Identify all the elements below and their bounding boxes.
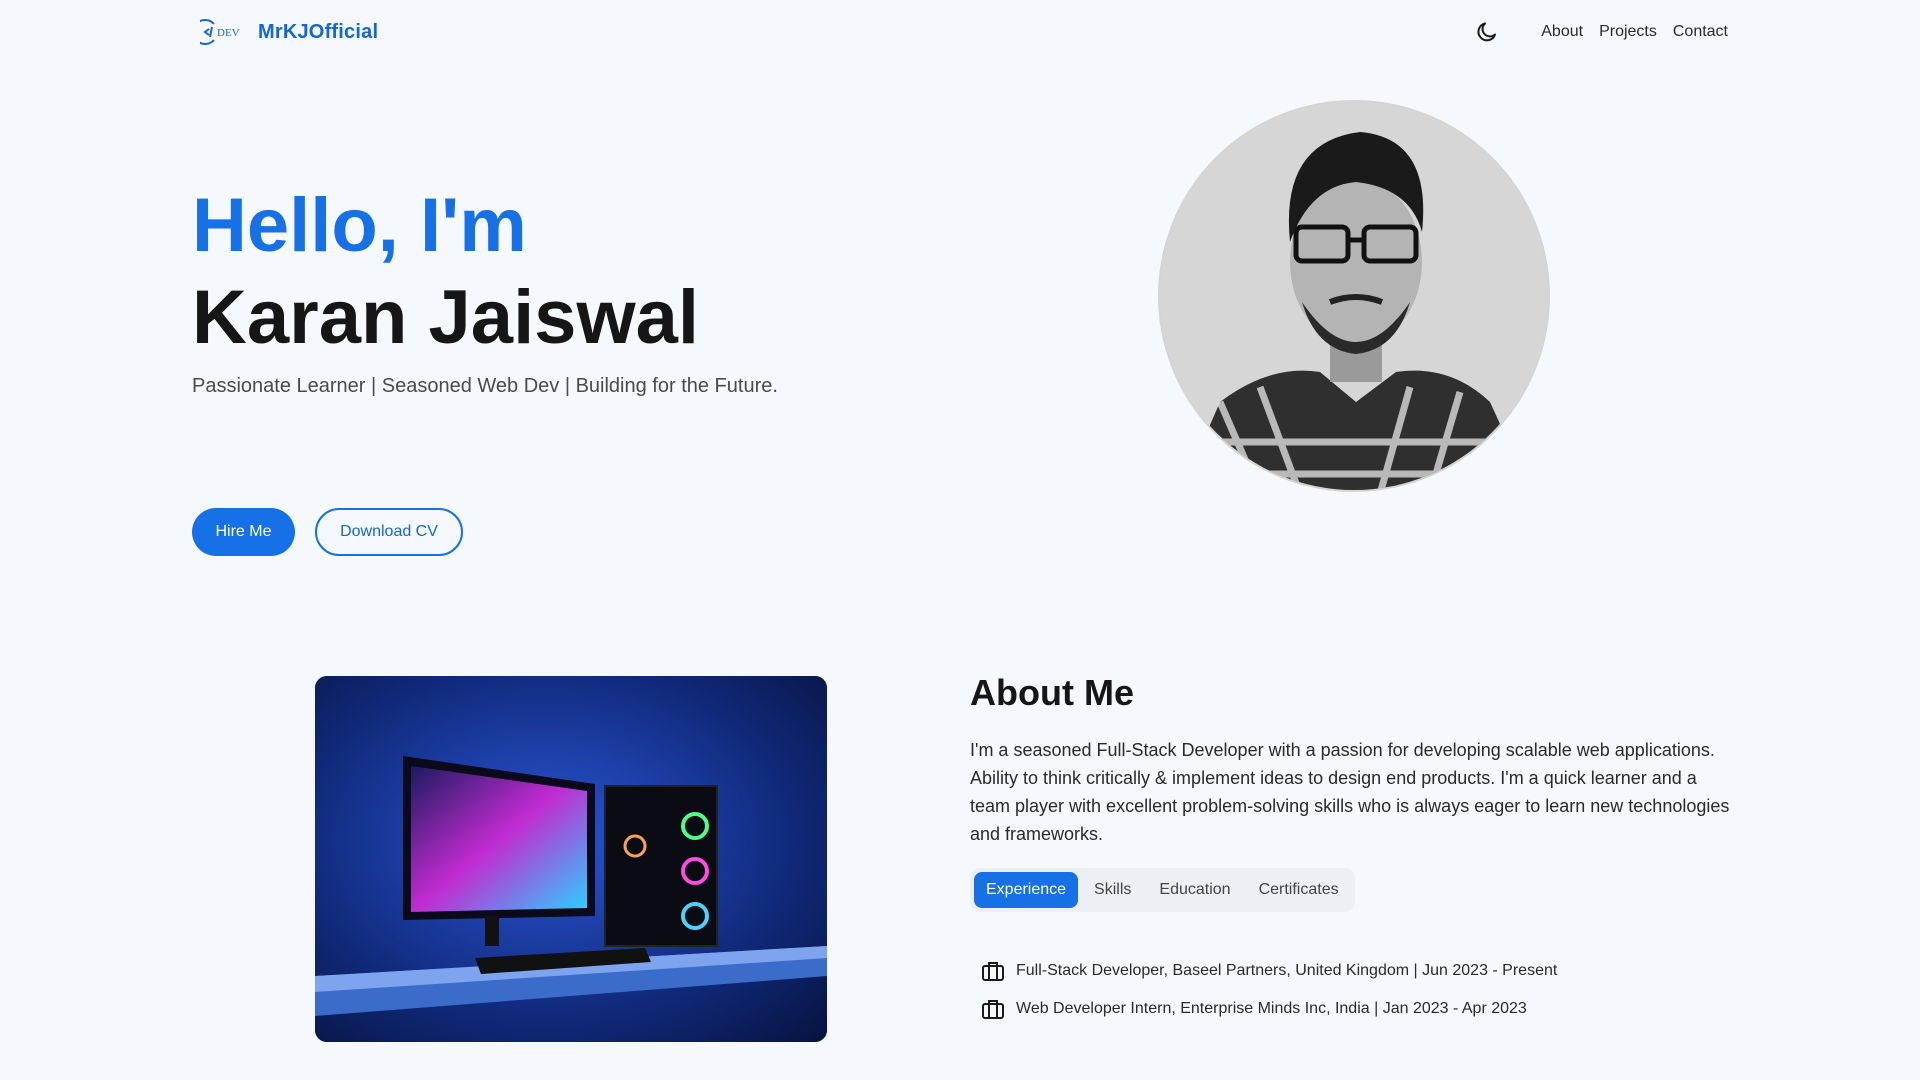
- about-description: I'm a seasoned Full-Stack Developer with…: [970, 740, 1730, 844]
- briefcase-icon: [982, 1000, 1004, 1019]
- tab-experience[interactable]: Experience: [974, 872, 1079, 908]
- nav-link-about[interactable]: About: [1541, 23, 1583, 41]
- briefcase-icon: [982, 962, 1004, 981]
- site-header: DEV MrKJOfficial About Projects Contact: [0, 0, 1920, 64]
- experience-text: Web Developer Intern, Enterprise Minds I…: [1016, 1000, 1527, 1017]
- download-cv-button[interactable]: Download CV: [315, 508, 463, 556]
- profile-photo-illustration: [1160, 102, 1548, 490]
- nav-link-projects[interactable]: Projects: [1599, 23, 1657, 41]
- hero-tagline: Passionate Learner | Seasoned Web Dev | …: [192, 375, 778, 397]
- about-tabs: Experience Skills Education Certificates: [970, 868, 1355, 912]
- brand-logo[interactable]: DEV MrKJOfficial: [200, 14, 378, 50]
- logo-badge-text: DEV: [217, 27, 240, 39]
- tab-education[interactable]: Education: [1147, 872, 1242, 908]
- nav-link-contact[interactable]: Contact: [1673, 23, 1728, 41]
- tab-skills[interactable]: Skills: [1082, 872, 1143, 908]
- theme-toggle-button[interactable]: [1473, 18, 1501, 46]
- hire-me-button[interactable]: Hire Me: [192, 508, 295, 556]
- workstation-illustration: [315, 676, 827, 1042]
- hero-greeting: Hello, I'm: [192, 183, 527, 268]
- experience-list: Full-Stack Developer, Baseel Partners, U…: [982, 952, 1557, 1028]
- hero-name: Karan Jaiswal: [192, 275, 699, 360]
- list-item: Web Developer Intern, Enterprise Minds I…: [982, 990, 1557, 1028]
- list-item: Full-Stack Developer, Baseel Partners, U…: [982, 952, 1557, 990]
- logo-icon: DEV: [200, 19, 240, 45]
- about-title: About Me: [970, 672, 1134, 713]
- experience-text: Full-Stack Developer, Baseel Partners, U…: [1016, 962, 1558, 979]
- tab-certificates[interactable]: Certificates: [1247, 872, 1351, 908]
- profile-photo: [1158, 100, 1550, 492]
- main-nav: About Projects Contact: [1473, 18, 1728, 46]
- workstation-image: [315, 676, 827, 1042]
- brand-name: MrKJOfficial: [258, 20, 379, 43]
- moon-icon: [1477, 22, 1497, 42]
